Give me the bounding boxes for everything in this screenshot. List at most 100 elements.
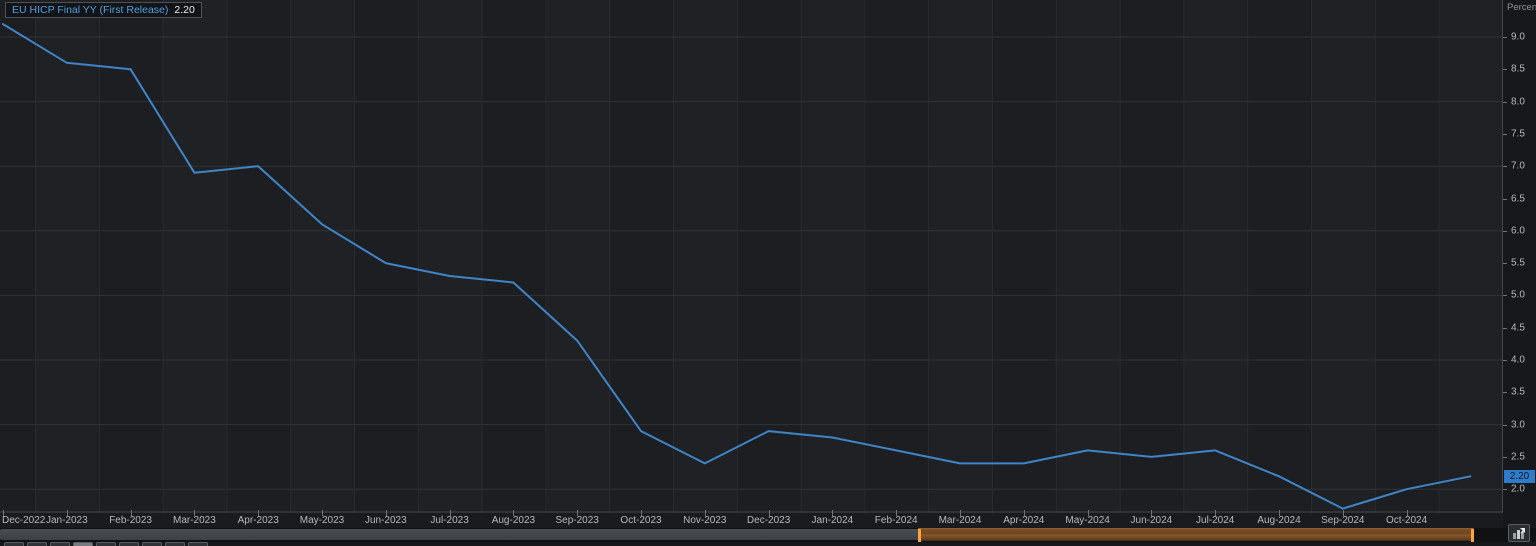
x-tick-label: Nov-2023: [683, 515, 726, 526]
x-tick-label: Jun-2023: [365, 515, 407, 526]
time-navigator: [0, 528, 1536, 542]
scrollbar-right-handle[interactable]: [1471, 529, 1474, 542]
x-tick-mark: [896, 510, 897, 516]
y-tick-label: 7.5: [1511, 128, 1525, 139]
x-tick-mark: [1279, 510, 1280, 516]
x-tick-label: Sep-2024: [1321, 515, 1364, 526]
x-tick-mark: [386, 510, 387, 516]
y-tick-label: 8.0: [1511, 96, 1525, 107]
y-tick-label: 2.5: [1511, 451, 1525, 462]
x-tick-label: Dec-2022: [2, 515, 45, 526]
y-axis-title: Percent: [1507, 2, 1536, 13]
last-value-badge: 2.20: [1504, 470, 1535, 483]
y-tick-label: 7.0: [1511, 161, 1525, 172]
x-tick-label: Oct-2023: [620, 515, 661, 526]
y-tick-label: 6.5: [1511, 193, 1525, 204]
x-tick-label: May-2024: [1065, 515, 1109, 526]
y-axis[interactable]: Percent 2.20 9.0 8.5 8.0 7.5 7.0 6.5 6.0 5.5 5.0…: [1503, 0, 1536, 527]
y-tick-label: 5.5: [1511, 258, 1525, 269]
y-tick-mark: [1503, 489, 1507, 490]
toolbar-button-stub[interactable]: [142, 542, 162, 546]
y-tick-mark: [1503, 134, 1507, 135]
chart-canvas[interactable]: [0, 0, 1503, 513]
y-tick-label: 4.0: [1511, 355, 1525, 366]
x-tick-label: Feb-2024: [875, 515, 918, 526]
scrollbar-selected-range[interactable]: [918, 528, 1474, 541]
x-tick-mark: [1024, 510, 1025, 516]
chart-window: EU HICP Final YY (First Release) 2.20 Pe…: [0, 0, 1536, 546]
y-tick-label: 9.0: [1511, 32, 1525, 43]
x-tick-mark: [322, 510, 323, 516]
series-legend-label: EU HICP Final YY (First Release): [12, 3, 168, 17]
x-tick-mark: [577, 510, 578, 516]
y-tick-label: 6.0: [1511, 225, 1525, 236]
y-tick-label: 4.5: [1511, 322, 1525, 333]
y-tick-mark: [1503, 457, 1507, 458]
x-tick-label: Oct-2024: [1386, 515, 1427, 526]
x-tick-mark: [1407, 510, 1408, 516]
y-tick-mark: [1503, 231, 1507, 232]
x-tick-label: Jun-2024: [1131, 515, 1173, 526]
x-tick-mark: [705, 510, 706, 516]
x-tick-mark: [960, 510, 961, 516]
scrollbar-track-left[interactable]: [0, 529, 918, 540]
x-axis[interactable]: Dec-2022Jan-2023Feb-2023Mar-2023Apr-2023…: [0, 513, 1503, 528]
x-tick-label: Jul-2023: [430, 515, 468, 526]
x-tick-mark: [832, 510, 833, 516]
series-legend-value: 2.20: [174, 3, 194, 17]
x-tick-label: Feb-2023: [109, 515, 152, 526]
mini-chart-with-arrow-icon: [1512, 527, 1526, 539]
x-tick-mark: [194, 510, 195, 516]
x-tick-mark: [513, 510, 514, 516]
y-tick-mark: [1503, 328, 1507, 329]
y-tick-label: 8.5: [1511, 64, 1525, 75]
x-tick-label: Apr-2024: [1003, 515, 1044, 526]
x-tick-mark: [1088, 510, 1089, 516]
x-tick-label: Sep-2023: [556, 515, 599, 526]
x-tick-label: Apr-2023: [238, 515, 279, 526]
toolbar-button-stub[interactable]: [165, 542, 185, 546]
x-tick-mark: [67, 510, 68, 516]
x-tick-mark: [1215, 510, 1216, 516]
scrollbar-left-handle[interactable]: [918, 529, 921, 542]
x-tick-mark: [1343, 510, 1344, 516]
y-tick-label: 2.0: [1511, 484, 1525, 495]
y-tick-mark: [1503, 295, 1507, 296]
y-tick-mark: [1503, 360, 1507, 361]
x-tick-mark: [1151, 510, 1152, 516]
toolbar-button-stub[interactable]: [27, 542, 47, 546]
toolbar-button-stub[interactable]: [73, 542, 93, 546]
x-tick-label: Aug-2024: [1257, 515, 1300, 526]
y-tick-label: 5.0: [1511, 290, 1525, 301]
x-tick-label: Jul-2024: [1196, 515, 1234, 526]
y-tick-label: 3.5: [1511, 387, 1525, 398]
bottom-toolbar: [0, 542, 1536, 546]
x-tick-mark: [3, 510, 4, 516]
y-tick-mark: [1503, 392, 1507, 393]
toolbar-button-stub[interactable]: [188, 542, 208, 546]
x-tick-label: Mar-2024: [939, 515, 982, 526]
y-tick-mark: [1503, 69, 1507, 70]
x-tick-mark: [450, 510, 451, 516]
x-tick-mark: [258, 510, 259, 516]
x-tick-mark: [641, 510, 642, 516]
toolbar-button-stub[interactable]: [96, 542, 116, 546]
y-tick-mark: [1503, 425, 1507, 426]
toolbar-button-stub[interactable]: [50, 542, 70, 546]
y-tick-mark: [1503, 166, 1507, 167]
chart-app-button[interactable]: [1508, 524, 1530, 542]
x-tick-mark: [131, 510, 132, 516]
y-tick-mark: [1503, 102, 1507, 103]
x-tick-mark: [769, 510, 770, 516]
series-legend[interactable]: EU HICP Final YY (First Release) 2.20: [5, 2, 202, 18]
y-tick-label: 3.0: [1511, 419, 1525, 430]
x-tick-label: Dec-2023: [747, 515, 790, 526]
x-tick-label: Jan-2023: [46, 515, 88, 526]
x-tick-label: Aug-2023: [492, 515, 535, 526]
chart-plot-area[interactable]: EU HICP Final YY (First Release) 2.20: [0, 0, 1503, 513]
y-tick-mark: [1503, 263, 1507, 264]
toolbar-button-stub[interactable]: [4, 542, 24, 546]
toolbar-button-stub[interactable]: [119, 542, 139, 546]
y-tick-mark: [1503, 37, 1507, 38]
background-bands: [36, 0, 1503, 513]
